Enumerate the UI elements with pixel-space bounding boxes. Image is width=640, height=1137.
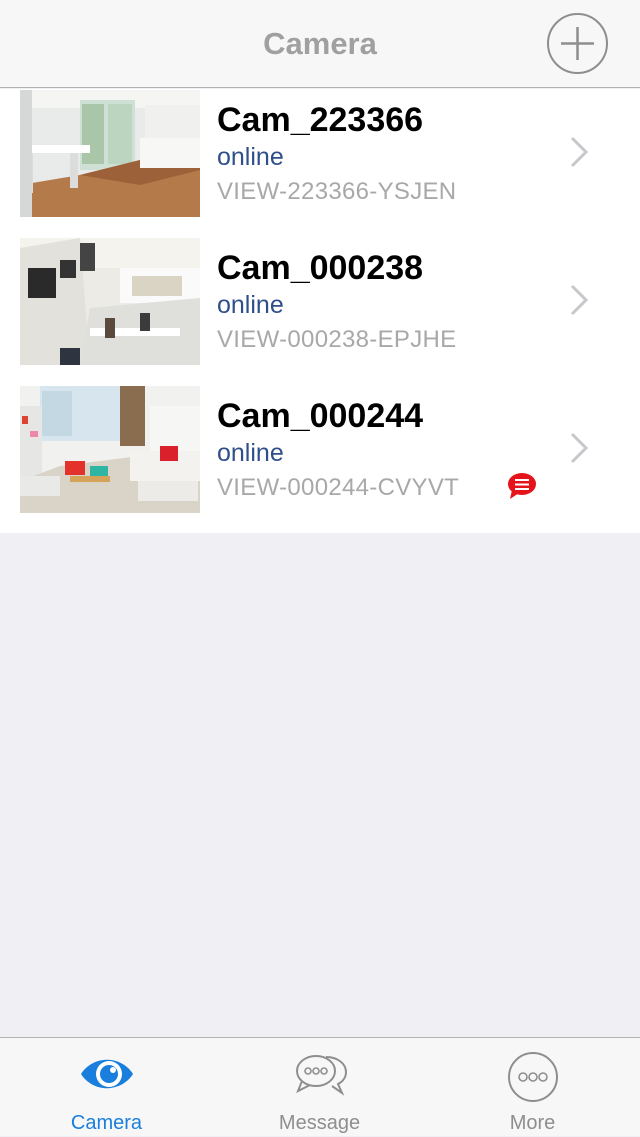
tab-bar: Camera Message More xyxy=(0,1037,640,1136)
camera-status: online xyxy=(217,439,284,467)
camera-status: online xyxy=(217,143,284,171)
tab-more[interactable]: More xyxy=(426,1038,639,1137)
camera-row[interactable]: Cam_000244 online VIEW-000244-CVYVT xyxy=(0,385,640,533)
tab-camera[interactable]: Camera xyxy=(0,1038,213,1137)
camera-id: VIEW-223366-YSJEN xyxy=(217,178,457,205)
camera-name: Cam_000244 xyxy=(217,397,424,435)
more-dots-icon xyxy=(507,1052,558,1102)
eye-icon xyxy=(80,1059,133,1089)
tab-message[interactable]: Message xyxy=(213,1038,426,1137)
camera-name: Cam_000238 xyxy=(217,249,424,287)
camera-status: online xyxy=(217,291,284,319)
tab-label: Message xyxy=(278,1112,361,1134)
camera-row[interactable]: Cam_223366 online VIEW-223366-YSJEN xyxy=(0,89,640,237)
camera-name: Cam_223366 xyxy=(217,101,424,139)
camera-id: VIEW-000238-EPJHE xyxy=(217,326,457,353)
navigation-bar: Camera xyxy=(0,0,640,88)
camera-list: Cam_223366 online VIEW-223366-YSJEN Cam_… xyxy=(0,89,640,533)
chat-bubbles-icon xyxy=(295,1055,347,1096)
camera-thumbnail xyxy=(20,90,200,217)
chevron-right-icon xyxy=(570,284,589,316)
plus-icon xyxy=(561,27,594,60)
tab-label: More xyxy=(509,1112,556,1134)
camera-thumbnail xyxy=(20,238,200,365)
tab-label: Camera xyxy=(70,1112,143,1134)
camera-id: VIEW-000244-CVYVT xyxy=(217,474,460,501)
chevron-right-icon xyxy=(570,432,589,464)
page-title: Camera xyxy=(263,26,377,61)
chevron-right-icon xyxy=(570,136,589,168)
add-camera-button[interactable] xyxy=(547,13,608,74)
camera-thumbnail xyxy=(20,386,200,513)
camera-row[interactable]: Cam_000238 online VIEW-000238-EPJHE xyxy=(0,237,640,385)
message-badge-icon xyxy=(508,473,536,499)
